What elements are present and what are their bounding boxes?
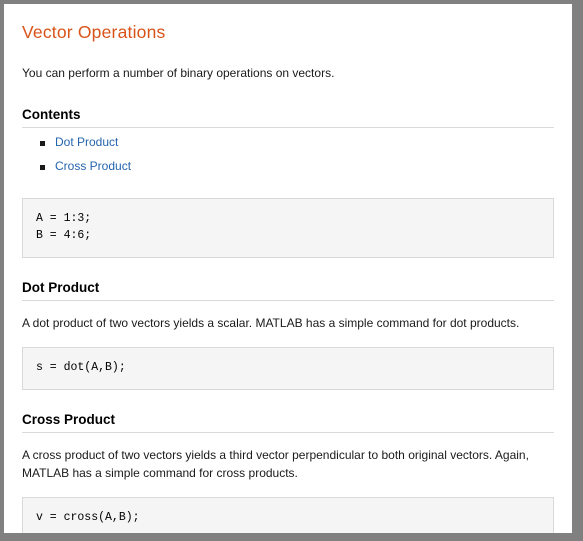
- section-paragraph-cross-product: A cross product of two vectors yields a …: [22, 447, 529, 480]
- contents-heading: Contents: [22, 107, 81, 123]
- section-dot-product: Dot Product A dot product of two vectors…: [22, 280, 554, 390]
- section-heading-dot-product: Dot Product: [22, 280, 100, 296]
- contents-link-dot-product[interactable]: Dot Product: [55, 135, 118, 149]
- section-cross-product: Cross Product A cross product of two vec…: [22, 412, 554, 533]
- contents-list: Dot Product Cross Product: [22, 136, 554, 173]
- square-bullet-icon: [40, 141, 45, 147]
- code-block-setup: A = 1:3; B = 4:6;: [22, 197, 554, 259]
- page-title: Vector Operations: [22, 22, 166, 42]
- list-item: Dot Product: [40, 136, 554, 149]
- code-block-dot-product: s = dot(A,B);: [22, 347, 554, 390]
- code-block-cross-product: v = cross(A,B);: [22, 496, 554, 533]
- section-heading-cross-product: Cross Product: [22, 411, 116, 427]
- section-paragraph-dot-product: A dot product of two vectors yields a sc…: [22, 316, 520, 331]
- square-bullet-icon: [40, 165, 45, 171]
- setup-code-wrapper: A = 1:3; B = 4:6;: [22, 197, 554, 259]
- intro-paragraph: You can perform a number of binary opera…: [22, 66, 335, 80]
- contents-link-cross-product[interactable]: Cross Product: [55, 159, 131, 173]
- contents-section: Contents Dot Product Cross Product: [22, 107, 554, 173]
- contents-heading-rule: [22, 127, 554, 129]
- document-body: Vector Operations You can perform a numb…: [4, 4, 572, 533]
- section-heading-rule: [22, 431, 554, 433]
- section-heading-rule: [22, 300, 554, 302]
- document-window: Vector Operations You can perform a numb…: [4, 4, 572, 533]
- list-item: Cross Product: [40, 160, 554, 173]
